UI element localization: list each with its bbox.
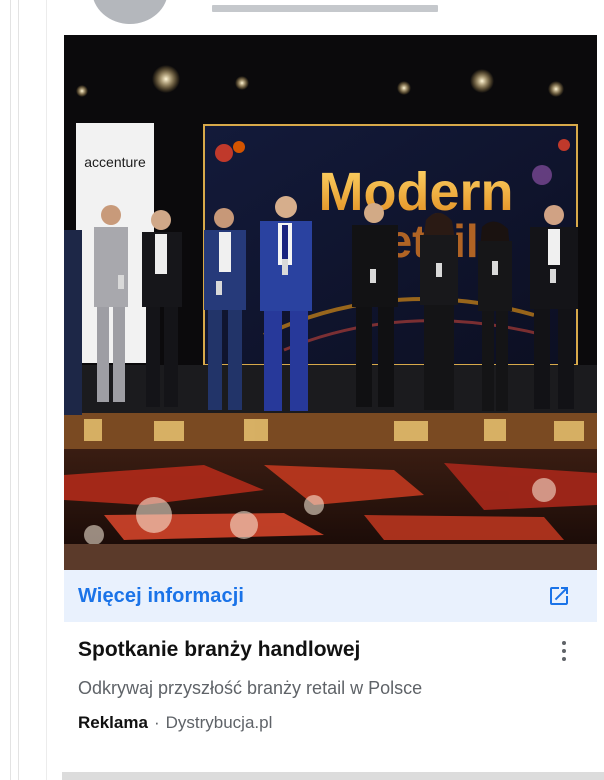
more-info-label: Więcej informacji <box>78 584 245 607</box>
ad-description: Odkrywaj przyszłość branży retail w Pols… <box>78 678 423 698</box>
left-gutter-line <box>10 0 11 780</box>
open-in-new-icon[interactable] <box>545 582 573 610</box>
ad-attribution: Reklama · Dystrybucja.pl <box>78 713 272 733</box>
next-post-divider <box>62 772 604 780</box>
ad-title[interactable]: Spotkanie branży handlowej <box>78 638 360 662</box>
separator-dot: · <box>153 713 160 732</box>
screen-logo-modern: Modern <box>319 162 514 222</box>
sponsor-banner-text: accenture <box>84 154 146 170</box>
previous-post-avatar <box>92 0 168 24</box>
left-gutter-line <box>18 0 19 780</box>
more-vert-icon[interactable] <box>552 636 576 666</box>
advertiser-domain[interactable]: Dystrybucja.pl <box>166 713 273 733</box>
ad-label: Reklama <box>78 713 148 732</box>
ad-image[interactable]: accenture Modern Retail <box>64 35 597 570</box>
previous-post-title-placeholder <box>212 5 438 12</box>
sponsored-ad-card[interactable]: accenture Modern Retail Więcej informacj… <box>64 35 597 745</box>
feed-border-line <box>46 0 47 780</box>
more-info-link[interactable]: Więcej informacji <box>64 570 597 622</box>
